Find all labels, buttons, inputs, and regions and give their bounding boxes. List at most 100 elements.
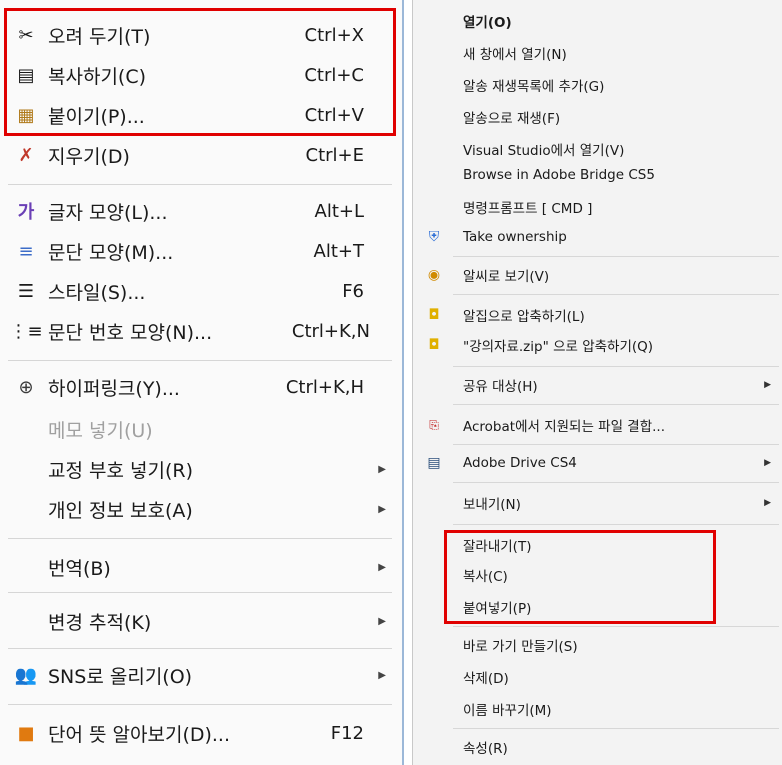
menu-separator xyxy=(8,184,392,185)
sns-icon: 👥 xyxy=(14,664,38,686)
menu-item-label: 이름 바꾸기(M) xyxy=(463,703,552,719)
menu-item-compress-zip[interactable]: ◘ "강의자료.zip" 으로 압축하기(Q) xyxy=(413,330,781,360)
menu-item-properties[interactable]: 속성(R) xyxy=(413,732,781,762)
menu-item-open-new-window[interactable]: 새 창에서 열기(N) xyxy=(413,38,781,68)
menu-item-label: 명령프롬프트 [ CMD ] xyxy=(463,201,593,217)
menu-item-label: 문단 번호 모양(N)... xyxy=(48,321,213,344)
menu-item-font[interactable]: 가 글자 모양(L)... Alt+L xyxy=(0,192,400,230)
menu-item-alzip-compress[interactable]: ◘ 알집으로 압축하기(L) xyxy=(413,300,781,330)
highlight-box-left xyxy=(4,8,396,136)
hyperlink-icon: ⊕ xyxy=(18,376,34,398)
shortcut-label: Ctrl+K,H xyxy=(285,376,364,398)
menu-item-label: 스타일(S)... xyxy=(48,281,146,304)
menu-item-label: 변경 추적(K) xyxy=(48,611,152,634)
menu-item-alsong-playlist[interactable]: 알송 재생목록에 추가(G) xyxy=(413,70,781,100)
menu-item-label: 알집으로 압축하기(L) xyxy=(463,309,585,325)
dictionary-icon: ■ xyxy=(17,722,35,744)
menu-separator xyxy=(453,626,779,627)
submenu-arrow-icon: ▶ xyxy=(764,498,771,508)
menu-separator xyxy=(453,256,779,257)
menu-separator xyxy=(453,366,779,367)
shortcut-label: Alt+T xyxy=(313,240,364,262)
menu-item-label: 새 창에서 열기(N) xyxy=(463,47,567,63)
alsee-icon: ◉ xyxy=(427,267,441,283)
menu-item-label: 메모 넣기(U) xyxy=(48,419,153,442)
menu-item-hyperlink[interactable]: ⊕ 하이퍼링크(Y)... Ctrl+K,H xyxy=(0,368,400,406)
menu-item-label: 알송 재생목록에 추가(G) xyxy=(463,79,605,95)
menu-item-cmd[interactable]: 명령프롬프트 [ CMD ] xyxy=(413,192,781,222)
submenu-arrow-icon: ▶ xyxy=(378,615,386,627)
shortcut-label: Ctrl+E xyxy=(305,144,364,166)
menu-item-label: SNS로 올리기(O) xyxy=(48,665,193,688)
menu-item-label: 삭제(D) xyxy=(463,671,509,687)
menu-item-label: 열기(O) xyxy=(463,15,512,31)
menu-item-acrobat-combine[interactable]: ⎘ Acrobat에서 지원되는 파일 결합... xyxy=(413,410,781,440)
numbering-icon: ⋮≡ xyxy=(9,320,43,342)
submenu-arrow-icon: ▶ xyxy=(378,561,386,573)
alzip-icon: ◘ xyxy=(428,337,440,353)
menu-item-label: 지우기(D) xyxy=(48,145,130,168)
menu-item-label: Acrobat에서 지원되는 파일 결합... xyxy=(463,419,666,435)
menu-item-open[interactable]: 열기(O) xyxy=(413,6,781,36)
menu-item-adobe-drive[interactable]: ▤ Adobe Drive CS4 ▶ xyxy=(413,448,781,478)
style-icon: ☰ xyxy=(17,280,35,302)
menu-item-insert-memo[interactable]: 메모 넣기(U) xyxy=(0,410,400,448)
adobe-drive-icon: ▤ xyxy=(427,455,441,471)
menu-item-dictionary[interactable]: ■ 단어 뜻 알아보기(D)... F12 xyxy=(0,714,400,752)
menu-item-sns-upload[interactable]: 👥 SNS로 올리기(O) ▶ xyxy=(0,656,400,694)
menu-separator xyxy=(8,538,392,539)
menu-item-delete[interactable]: 삭제(D) xyxy=(413,662,781,692)
menu-item-proofread[interactable]: 교정 부호 넣기(R) ▶ xyxy=(0,450,400,488)
right-context-menu: 열기(O) 새 창에서 열기(N) 알송 재생목록에 추가(G) 알송으로 재생… xyxy=(412,0,782,765)
menu-item-label: Take ownership xyxy=(463,229,567,245)
menu-separator xyxy=(8,592,392,593)
menu-item-label: 공유 대상(H) xyxy=(463,379,538,395)
menu-separator xyxy=(453,482,779,483)
menu-item-label: 개인 정보 보호(A) xyxy=(48,499,193,522)
erase-icon: ✗ xyxy=(18,144,34,166)
menu-item-take-ownership[interactable]: ⛨ Take ownership xyxy=(413,222,781,252)
menu-separator xyxy=(8,360,392,361)
paragraph-icon: ≡ xyxy=(18,240,34,262)
menu-item-style[interactable]: ☰ 스타일(S)... F6 xyxy=(0,272,400,310)
submenu-arrow-icon: ▶ xyxy=(378,503,386,515)
menu-separator xyxy=(453,728,779,729)
menu-separator xyxy=(453,404,779,405)
menu-item-alsee-view[interactable]: ◉ 알씨로 보기(V) xyxy=(413,260,781,290)
menu-separator xyxy=(8,704,392,705)
menu-item-track-changes[interactable]: 변경 추적(K) ▶ xyxy=(0,602,400,640)
submenu-arrow-icon: ▶ xyxy=(764,458,771,468)
menu-item-label: 교정 부호 넣기(R) xyxy=(48,459,193,482)
menu-item-label: 속성(R) xyxy=(463,741,508,757)
shield-icon: ⛨ xyxy=(428,229,440,245)
menu-item-label: Adobe Drive CS4 xyxy=(463,455,577,471)
menu-separator xyxy=(453,444,779,445)
menu-item-paragraph[interactable]: ≡ 문단 모양(M)... Alt+T xyxy=(0,232,400,270)
submenu-arrow-icon: ▶ xyxy=(378,669,386,681)
menu-item-label: 문단 모양(M)... xyxy=(48,241,174,264)
menu-separator xyxy=(453,294,779,295)
menu-item-label: 보내기(N) xyxy=(463,497,521,513)
menu-item-label: Visual Studio에서 열기(V) xyxy=(463,143,625,159)
menu-item-share-with[interactable]: 공유 대상(H) ▶ xyxy=(413,370,781,400)
highlight-box-right xyxy=(444,530,716,624)
menu-item-numbering[interactable]: ⋮≡ 문단 번호 모양(N)... Ctrl+K,N xyxy=(0,312,400,350)
menu-item-privacy[interactable]: 개인 정보 보호(A) ▶ xyxy=(0,490,400,528)
menu-item-send-to[interactable]: 보내기(N) ▶ xyxy=(413,488,781,518)
menu-item-label: 알송으로 재생(F) xyxy=(463,111,561,127)
menu-item-translate[interactable]: 번역(B) ▶ xyxy=(0,548,400,586)
submenu-arrow-icon: ▶ xyxy=(378,463,386,475)
menu-item-rename[interactable]: 이름 바꾸기(M) xyxy=(413,694,781,724)
submenu-arrow-icon: ▶ xyxy=(764,380,771,390)
menu-item-create-shortcut[interactable]: 바로 가기 만들기(S) xyxy=(413,630,781,660)
menu-item-label: Browse in Adobe Bridge CS5 xyxy=(463,167,655,183)
acrobat-icon: ⎘ xyxy=(429,417,439,432)
menu-item-alsong-play[interactable]: 알송으로 재생(F) xyxy=(413,102,781,132)
menu-item-erase[interactable]: ✗ 지우기(D) Ctrl+E xyxy=(0,136,400,174)
shortcut-label: Ctrl+K,N xyxy=(291,320,370,342)
menu-separator xyxy=(8,648,392,649)
menu-item-adobe-bridge[interactable]: Browse in Adobe Bridge CS5 xyxy=(413,160,781,190)
font-icon: 가 xyxy=(17,202,35,223)
menu-item-label: 번역(B) xyxy=(48,557,111,580)
menu-item-label: "강의자료.zip" 으로 압축하기(Q) xyxy=(463,339,654,355)
